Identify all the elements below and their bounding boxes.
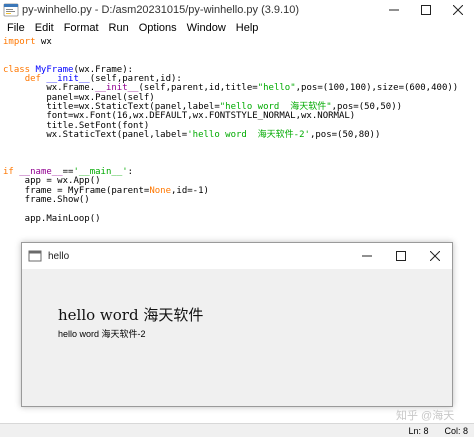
code-text[interactable]: import wx class MyFrame(wx.Frame): def _… (0, 37, 474, 224)
editor-title-bar[interactable]: py-winhello.py - D:/asm20231015/py-winhe… (0, 0, 474, 19)
frame-minimize-button[interactable] (350, 243, 384, 269)
menu-file[interactable]: File (2, 19, 30, 38)
status-column: Col: 8 (444, 425, 468, 436)
frame-close-button[interactable] (418, 243, 452, 269)
maximize-icon (421, 4, 431, 15)
code-line[interactable] (3, 150, 474, 159)
python-idle-icon (3, 3, 19, 16)
close-icon (453, 4, 463, 15)
menu-help[interactable]: Help (231, 19, 264, 38)
code-line[interactable]: app.MainLoop() (3, 214, 474, 224)
status-bar: Ln: 8 Col: 8 (0, 423, 474, 437)
maximize-icon (396, 251, 406, 261)
menu-format[interactable]: Format (59, 19, 104, 38)
app-window-icon (28, 250, 42, 262)
code-line[interactable]: import wx (3, 37, 474, 47)
frame-title: hello (48, 250, 70, 262)
menu-edit[interactable]: Edit (30, 19, 59, 38)
menu-window[interactable]: Window (182, 19, 231, 38)
code-line[interactable]: wx.StaticText(panel,label='hello word 海天… (3, 130, 474, 140)
frame-title-bar[interactable]: hello (22, 243, 452, 269)
frame-maximize-button[interactable] (384, 243, 418, 269)
static-text-small: hello word 海天软件-2 (58, 329, 146, 339)
static-text-large: hello word 海天软件 (58, 306, 204, 324)
code-line[interactable] (3, 140, 474, 149)
close-button[interactable] (442, 0, 474, 19)
window-title: py-winhello.py - D:/asm20231015/py-winhe… (22, 3, 299, 16)
code-line[interactable]: frame.Show() (3, 195, 474, 205)
status-line: Ln: 8 (408, 425, 429, 436)
menu-bar: File Edit Format Run Options Window Help (0, 19, 474, 38)
close-icon (430, 251, 440, 261)
hello-frame-window[interactable]: hello hello word 海天软件 hello word 海天软件-2 (21, 242, 453, 407)
minimize-icon (389, 9, 399, 10)
minimize-icon (362, 255, 372, 257)
menu-options[interactable]: Options (134, 19, 182, 38)
minimize-button[interactable] (378, 0, 410, 19)
menu-run[interactable]: Run (104, 19, 134, 38)
watermark: 知乎 @海天 (396, 410, 455, 422)
maximize-button[interactable] (410, 0, 442, 19)
code-line[interactable] (3, 47, 474, 56)
